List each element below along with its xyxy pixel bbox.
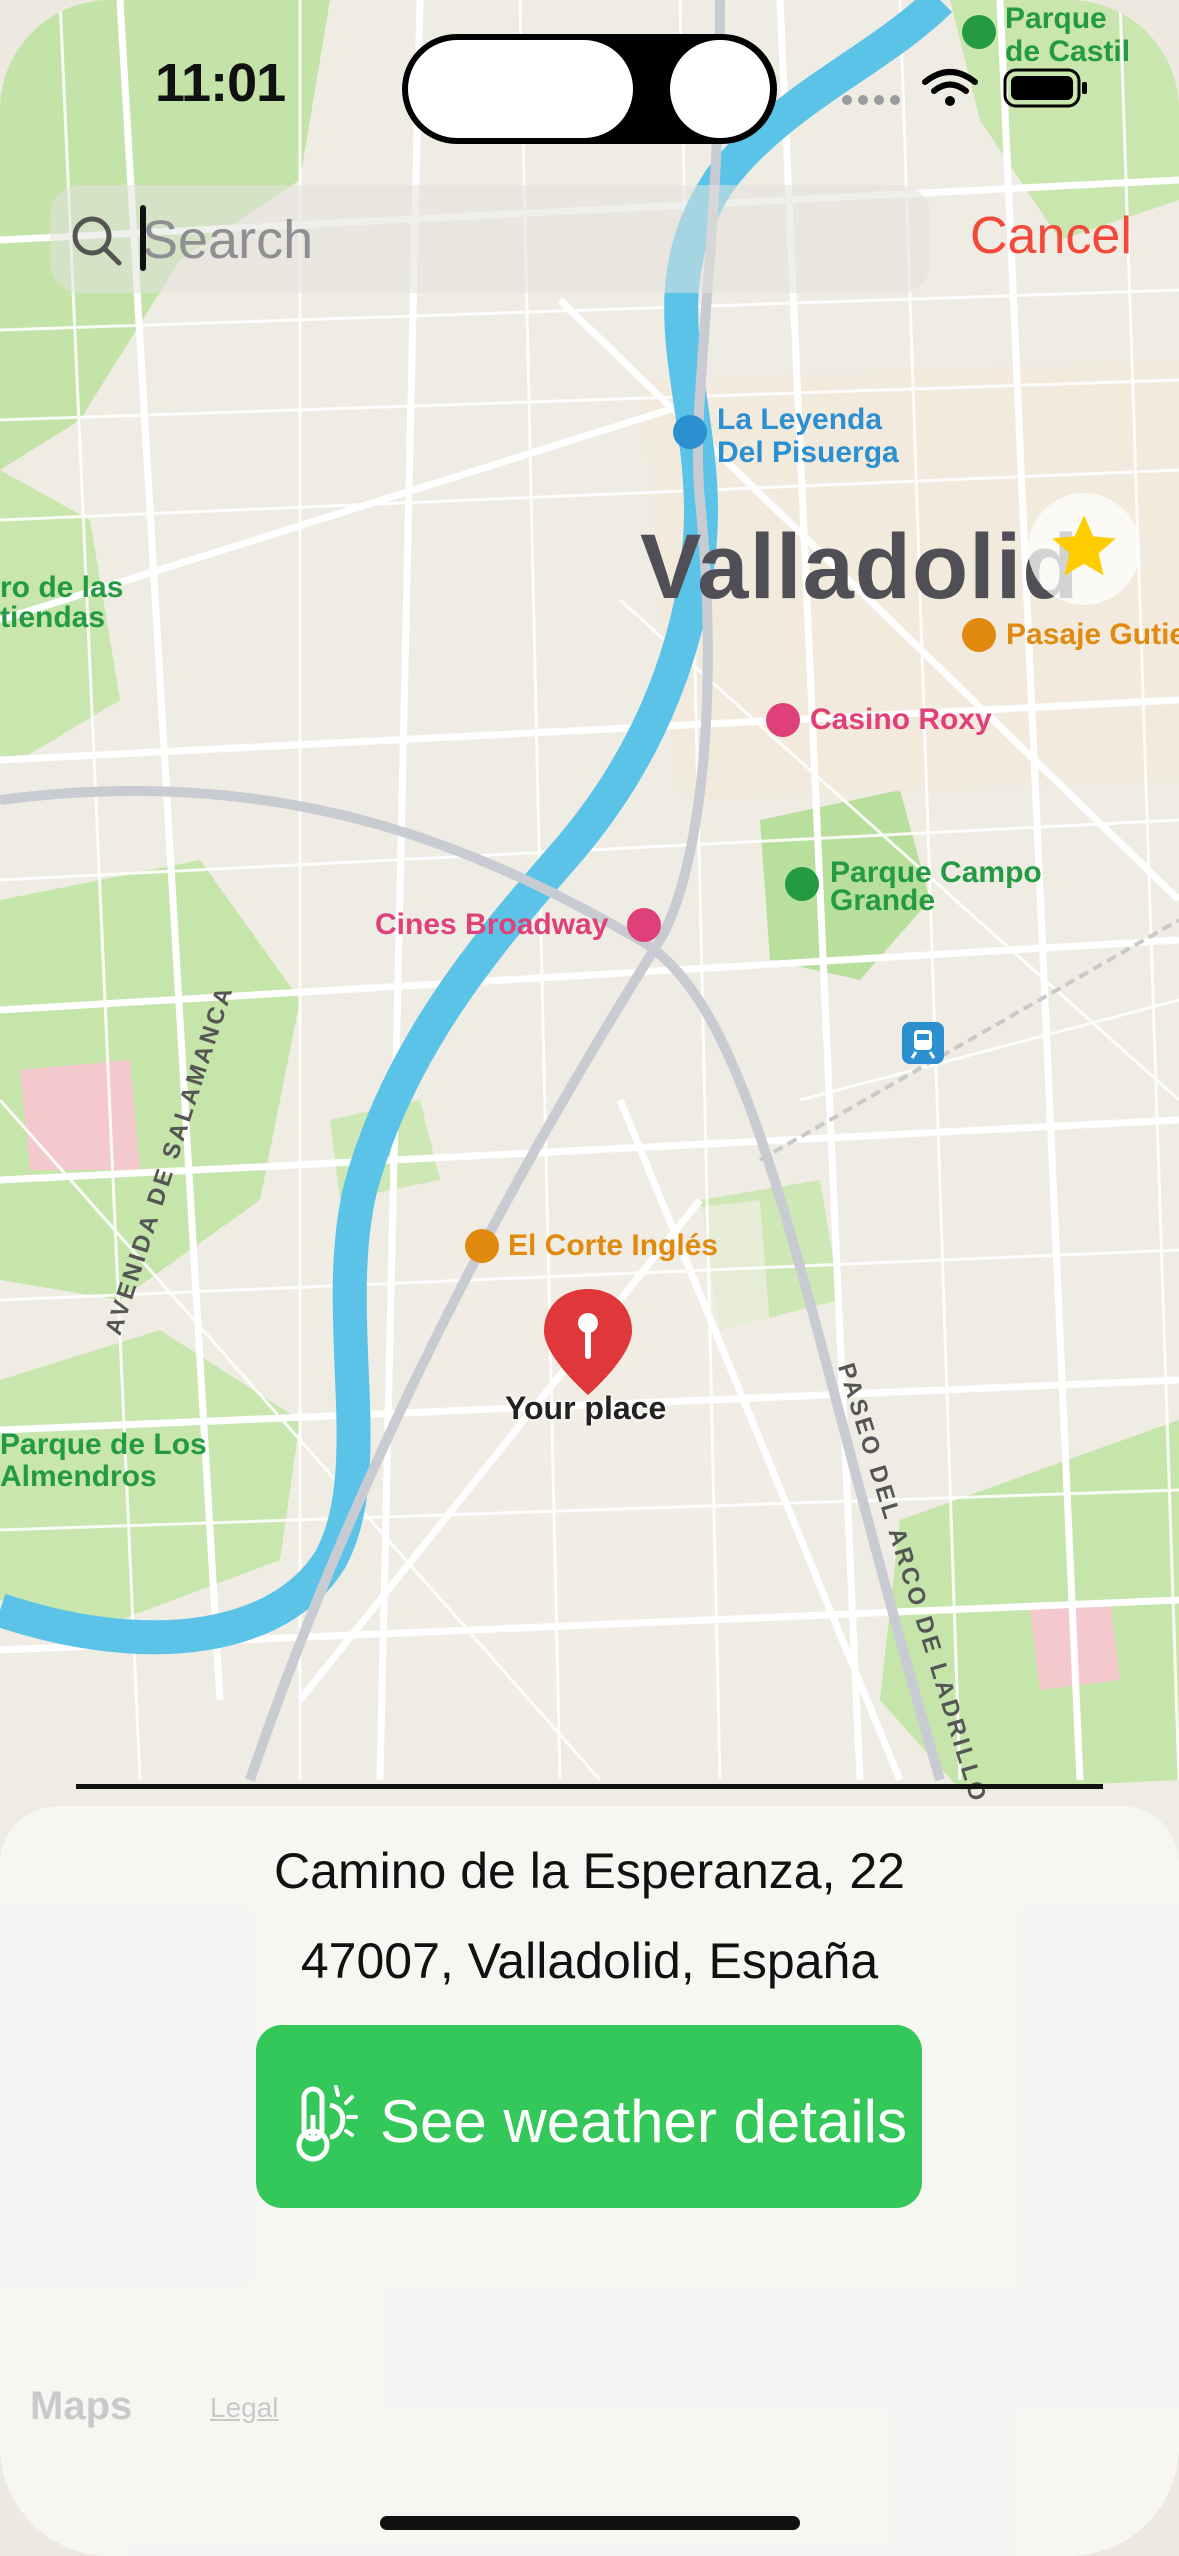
poi-huertas-line1[interactable]: ro de las	[0, 571, 123, 605]
poi-huertas-line2[interactable]: tiendas	[0, 601, 105, 635]
search-input[interactable]	[142, 205, 842, 275]
address-line-1: Camino de la Esperanza, 22	[274, 1843, 905, 1899]
poi-leyenda-line1[interactable]: La Leyenda	[717, 403, 882, 437]
wifi-icon	[922, 69, 978, 94]
screen: Valladolid La Leyenda Del Pisuerga Casin…	[0, 0, 1179, 2556]
divider	[76, 1784, 1103, 1789]
shopping-bag-icon[interactable]	[465, 1229, 499, 1263]
poi-pasaje[interactable]: Pasaje Gutie	[1006, 618, 1179, 652]
signal-dots-icon	[842, 95, 900, 105]
park-icon[interactable]	[962, 15, 996, 49]
poi-campo-line2[interactable]: Grande	[830, 884, 935, 918]
poi-leyenda-line2[interactable]: Del Pisuerga	[717, 436, 899, 470]
cinema-icon[interactable]	[627, 908, 661, 942]
address-line-2: 47007, Valladolid, España	[300, 1933, 879, 1989]
poi-castilla-line1[interactable]: Parque	[1005, 2, 1107, 36]
casino-icon[interactable]	[766, 703, 800, 737]
poi-almendros-line2[interactable]: Almendros	[0, 1460, 157, 1494]
pin-label: Your place	[505, 1390, 667, 1426]
favorite-button[interactable]	[1028, 493, 1140, 605]
cancel-button[interactable]: Cancel	[970, 206, 1132, 266]
maps-logo: Maps	[30, 2384, 133, 2428]
park-icon[interactable]	[785, 867, 819, 901]
status-time: 11:01	[155, 53, 286, 113]
poi-corte[interactable]: El Corte Inglés	[508, 1229, 718, 1263]
home-indicator[interactable]	[380, 2516, 800, 2530]
status-icons	[842, 68, 1087, 108]
shopping-icon[interactable]	[962, 618, 996, 652]
train-station-icon[interactable]	[902, 1022, 944, 1064]
text-caret	[140, 205, 146, 271]
marina-icon[interactable]	[673, 415, 707, 449]
star-icon	[1052, 515, 1116, 576]
see-weather-label[interactable]: See weather details	[380, 2087, 907, 2156]
city-label: Valladolid	[640, 516, 1080, 618]
legal-link[interactable]: Legal	[210, 2392, 279, 2424]
thermometer-sun-icon	[296, 2085, 358, 2162]
poi-cines[interactable]: Cines Broadway	[375, 908, 608, 942]
battery-icon	[1003, 68, 1087, 108]
poi-casino[interactable]: Casino Roxy	[810, 703, 992, 737]
dynamic-island	[402, 34, 777, 144]
search-icon	[72, 216, 122, 266]
poi-almendros-line1[interactable]: Parque de Los	[0, 1428, 207, 1462]
location-pin-icon[interactable]	[540, 1285, 636, 1405]
